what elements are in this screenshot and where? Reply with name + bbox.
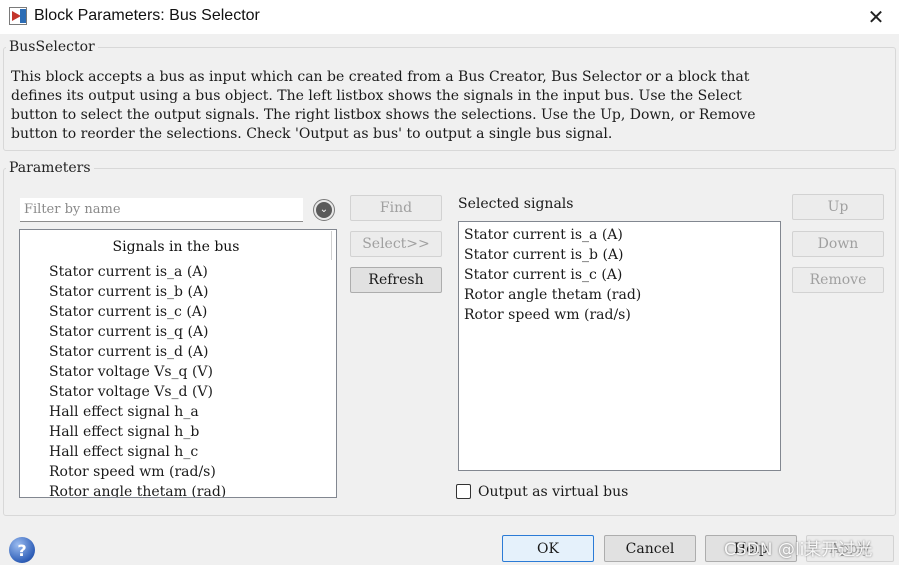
remove-button[interactable]: Remove — [792, 267, 884, 293]
list-item[interactable]: Stator current is_b (A) — [49, 282, 226, 302]
parameters-legend: Parameters — [9, 160, 91, 176]
list-item[interactable]: Stator voltage Vs_q (V) — [49, 362, 226, 382]
selected-signals-list: Stator current is_a (A) Stator current i… — [464, 225, 641, 325]
list-item[interactable]: Rotor speed wm (rad/s) — [464, 305, 641, 325]
list-item[interactable]: Rotor speed wm (rad/s) — [49, 462, 226, 482]
filter-options-button[interactable]: ⌄ — [313, 199, 335, 221]
down-button[interactable]: Down — [792, 231, 884, 257]
ok-button[interactable]: OK — [502, 535, 594, 562]
signals-in-bus-header: Signals in the bus — [21, 231, 332, 260]
list-item[interactable]: Stator current is_c (A) — [464, 265, 641, 285]
filter-by-name-input[interactable] — [20, 198, 303, 222]
list-item[interactable]: Stator voltage Vs_d (V) — [49, 382, 226, 402]
help-button[interactable]: Help — [705, 535, 797, 562]
block-description: This block accepts a bus as input which … — [11, 69, 756, 142]
list-item[interactable]: Hall effect signal h_a — [49, 402, 226, 422]
select-button[interactable]: Select>> — [350, 231, 442, 257]
up-button[interactable]: Up — [792, 194, 884, 220]
output-virtual-bus-label: Output as virtual bus — [478, 484, 629, 500]
list-item[interactable]: Stator current is_q (A) — [49, 322, 226, 342]
list-item[interactable]: Stator current is_a (A) — [49, 262, 226, 282]
cancel-button[interactable]: Cancel — [604, 535, 696, 562]
list-item[interactable]: Hall effect signal h_b — [49, 422, 226, 442]
list-item[interactable]: Hall effect signal h_c — [49, 442, 226, 462]
apply-button[interactable]: Apply — [806, 535, 894, 562]
refresh-button[interactable]: Refresh — [350, 267, 442, 293]
signals-list: Stator current is_a (A) Stator current i… — [49, 262, 226, 497]
list-item[interactable]: Rotor angle thetam (rad) — [49, 482, 226, 497]
selected-signals-listbox[interactable]: Stator current is_a (A) Stator current i… — [458, 221, 781, 471]
help-icon[interactable]: ? — [9, 537, 35, 563]
bus-selector-legend: BusSelector — [9, 39, 95, 55]
list-item[interactable]: Stator current is_a (A) — [464, 225, 641, 245]
simulink-block-icon — [9, 7, 27, 25]
close-button[interactable]: ✕ — [859, 2, 893, 32]
find-button[interactable]: Find — [350, 195, 442, 221]
signals-in-bus-listbox[interactable]: Signals in the bus Stator current is_a (… — [19, 229, 337, 498]
selected-signals-label: Selected signals — [458, 196, 574, 212]
list-item[interactable]: Rotor angle thetam (rad) — [464, 285, 641, 305]
output-virtual-bus-checkbox[interactable] — [456, 484, 471, 499]
window-title: Block Parameters: Bus Selector — [34, 7, 260, 24]
list-item[interactable]: Stator current is_b (A) — [464, 245, 641, 265]
list-item[interactable]: Stator current is_c (A) — [49, 302, 226, 322]
list-item[interactable]: Stator current is_d (A) — [49, 342, 226, 362]
chevron-down-icon: ⌄ — [316, 202, 332, 218]
title-bar: Block Parameters: Bus Selector ✕ — [0, 0, 899, 34]
